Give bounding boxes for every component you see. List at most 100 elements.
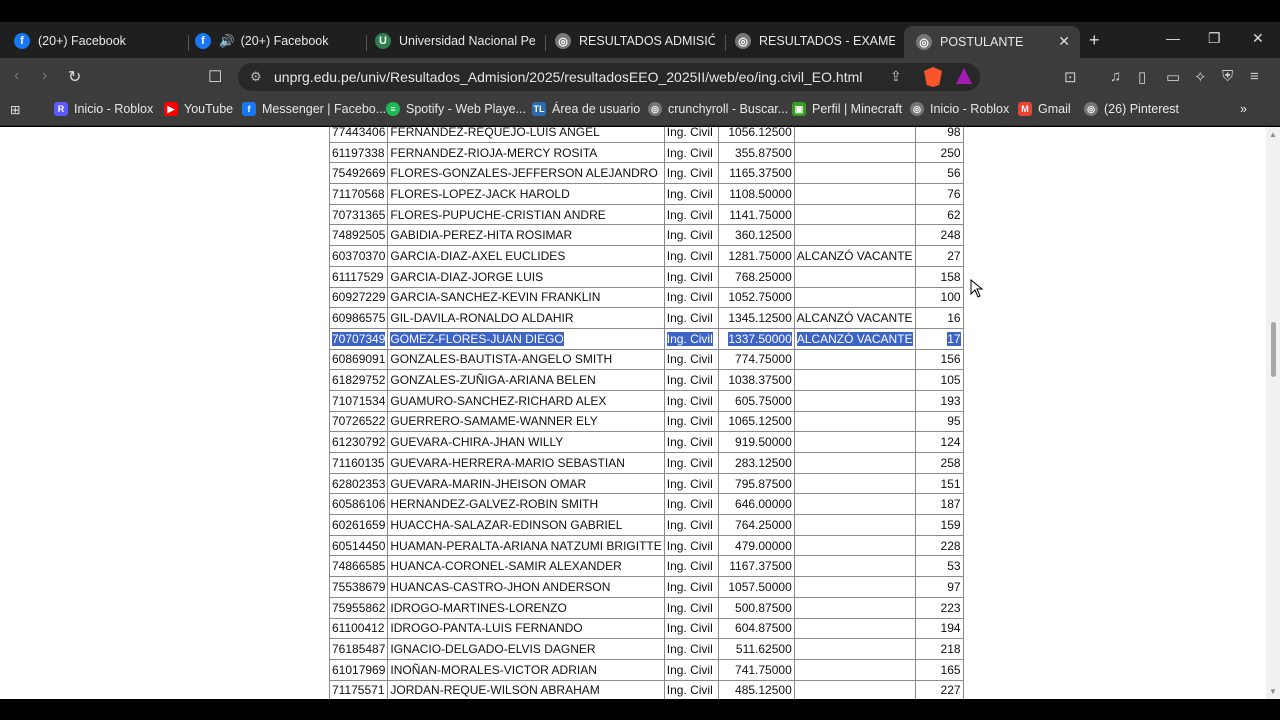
- cell-text: IDROGO-PANTA-LUIS FERNANDO: [390, 621, 583, 636]
- restore-button[interactable]: ❐: [1208, 30, 1221, 47]
- cell-text: 479.00000: [735, 538, 792, 553]
- scroll-down-icon[interactable]: ▼: [1269, 687, 1277, 696]
- cell-status: [793, 224, 916, 247]
- cell-name: FERNANDEZ-RIOJA-MERCY ROSITA: [387, 141, 665, 164]
- cell-dni: 60514450: [328, 534, 389, 557]
- audio-icon[interactable]: 🔊: [219, 34, 235, 49]
- spotify-icon: ≡: [386, 102, 400, 116]
- bookmark-gmail[interactable]: M Gmail: [1018, 102, 1071, 116]
- tab-facebook-1[interactable]: f (20+) Facebook: [14, 26, 184, 56]
- scroll-thumb[interactable]: [1271, 322, 1276, 377]
- bookmark-roblox-1[interactable]: R Inicio - Roblox: [54, 102, 153, 116]
- cell-status: [793, 679, 916, 699]
- cell-text: 60927229: [332, 290, 386, 305]
- reader-icon[interactable]: ⊡: [1064, 68, 1077, 86]
- bookmark-roblox-2[interactable]: ◎ Inicio - Roblox: [910, 102, 1009, 116]
- cell-text: HUAMAN-PERALTA-ARIANA NATZUMI BRIGITTE: [390, 538, 662, 553]
- menu-icon[interactable]: ≡: [1250, 68, 1259, 85]
- new-tab-button[interactable]: +: [1089, 30, 1100, 51]
- bookmark-label: Spotify - Web Playe...: [406, 102, 526, 116]
- leo-ai-icon[interactable]: ✧: [1194, 68, 1207, 86]
- forward-button[interactable]: ›: [42, 67, 47, 85]
- cell-rank: 16: [914, 307, 964, 329]
- cell-status: [793, 265, 916, 288]
- tab-resultados-admision[interactable]: ◎ RESULTADOS ADMISIÓN 2: [555, 26, 715, 56]
- bookmark-crunchyroll[interactable]: ◎ crunchyroll - Buscar...: [648, 102, 788, 116]
- cell-text: 764.25000: [735, 517, 792, 532]
- cell-rank: 53: [914, 555, 964, 578]
- site-info-icon[interactable]: ⚙: [250, 69, 262, 85]
- cell-text: 283.12500: [735, 455, 792, 470]
- cell-career: Ing. Civil: [663, 389, 719, 412]
- bookmark-spotify[interactable]: ≡ Spotify - Web Playe...: [386, 102, 526, 116]
- bookmark-label: crunchyroll - Buscar...: [668, 102, 789, 116]
- address-bar[interactable]: ⚙ unprg.edu.pe/univ/Resultados_Admision/…: [238, 63, 980, 91]
- bookmark-pinterest[interactable]: ◎ (26) Pinterest: [1084, 102, 1179, 116]
- bookmark-youtube[interactable]: ▶ YouTube: [164, 102, 233, 116]
- table-row: 74892505 GABIDIA-PEREZ-HITA ROSIMAR Ing. C…: [328, 224, 964, 247]
- screen-top-bar: [0, 0, 1280, 22]
- wallet-icon[interactable]: ▭: [1166, 68, 1180, 86]
- bookmark-icon[interactable]: ☐: [208, 67, 222, 87]
- cell-status: [793, 638, 916, 660]
- tab-separator: [366, 35, 367, 51]
- bookmark-messenger[interactable]: f Messenger | Facebo...: [242, 102, 386, 116]
- scroll-up-icon[interactable]: ▲: [1269, 130, 1277, 139]
- minimize-button[interactable]: —: [1166, 30, 1180, 46]
- cell-score: 646.00000: [717, 493, 795, 516]
- cell-name: HERNANDEZ-GALVEZ-ROBIN SMITH: [387, 493, 665, 516]
- cell-text: 151: [940, 476, 961, 491]
- cell-name: GARCIA-SANCHEZ-KEVIN FRANKLIN: [387, 286, 665, 309]
- cell-text: 75538679: [332, 579, 386, 594]
- cell-score: 360.12500: [717, 224, 795, 247]
- cell-text: FLORES-PUPUCHE-CRISTIAN ANDRE: [390, 207, 606, 222]
- tab-label: RESULTADOS - EXAMEN O: [759, 34, 895, 48]
- cell-text: Ing. Civil: [666, 207, 713, 222]
- tab-universidad[interactable]: U Universidad Nacional Pedr: [375, 26, 535, 56]
- cell-text: 604.87500: [735, 621, 792, 636]
- share-icon[interactable]: ⇪: [890, 68, 902, 85]
- close-tab-icon[interactable]: ✕: [1058, 33, 1070, 50]
- table-row: 61100412 IDROGO-PANTA-LUIS FERNANDO Ing. C…: [328, 617, 964, 640]
- bookmark-area-usuario[interactable]: TL Área de usuario: [532, 102, 640, 116]
- cell-dni: 75492669: [328, 162, 389, 185]
- cell-rank: 187: [914, 493, 964, 516]
- tab-resultados-examen[interactable]: ◎ RESULTADOS - EXAMEN O: [735, 26, 895, 56]
- tab-postulante[interactable]: ◎ POSTULANTE ✕: [904, 26, 1080, 58]
- back-button[interactable]: ‹: [14, 67, 19, 85]
- sidebar-icon[interactable]: ▯: [1138, 68, 1146, 86]
- tab-label: RESULTADOS ADMISIÓN 2: [579, 34, 715, 48]
- tab-facebook-2[interactable]: f 🔊 (20+) Facebook: [195, 26, 365, 56]
- cell-text: 70707349: [332, 331, 386, 346]
- vpn-icon[interactable]: ⛨: [1222, 68, 1233, 85]
- close-window-button[interactable]: ✕: [1252, 30, 1264, 47]
- page-scrollbar[interactable]: ▲ ▼: [1266, 127, 1280, 699]
- cell-dni: 71170568: [328, 183, 389, 205]
- cell-text: Ing. Civil: [666, 538, 713, 553]
- cell-career: Ing. Civil: [663, 472, 719, 495]
- cell-career: Ing. Civil: [663, 245, 719, 267]
- cell-score: 1056.12500: [717, 127, 795, 143]
- cell-dni: 61230792: [328, 431, 389, 453]
- reload-button[interactable]: ↻: [68, 67, 81, 87]
- apps-grid-icon[interactable]: ⊞: [10, 102, 20, 117]
- cell-career: Ing. Civil: [663, 127, 719, 143]
- cell-rank: 223: [914, 596, 964, 619]
- cell-career: Ing. Civil: [663, 555, 719, 578]
- table-row: 61117529 GARCIA-DIAZ-JORGE LUIS Ing. Civil…: [328, 265, 964, 288]
- bookmark-minecraft[interactable]: ▣ Perfil | Minecraft: [792, 102, 902, 116]
- media-icon[interactable]: ♫: [1110, 68, 1121, 85]
- cell-career: Ing. Civil: [663, 658, 719, 681]
- cell-text: 100: [940, 290, 961, 305]
- cell-dni: 60927229: [328, 286, 389, 309]
- cell-name: HUACCHA-SALAZAR-EDINSON GABRIEL: [387, 514, 665, 536]
- cell-text: GUERRERO-SAMAME-WANNER ELY: [390, 414, 598, 429]
- cell-text: Ing. Civil: [666, 455, 713, 470]
- more-bookmarks-icon[interactable]: »: [1240, 102, 1247, 116]
- brave-rewards-icon[interactable]: [956, 68, 972, 84]
- cell-score: 511.62500: [717, 638, 795, 660]
- brave-shields-icon[interactable]: [924, 67, 942, 87]
- cell-score: 485.12500: [717, 679, 795, 699]
- cell-text: 95: [947, 414, 961, 429]
- url-text[interactable]: unprg.edu.pe/univ/Resultados_Admision/20…: [274, 69, 862, 85]
